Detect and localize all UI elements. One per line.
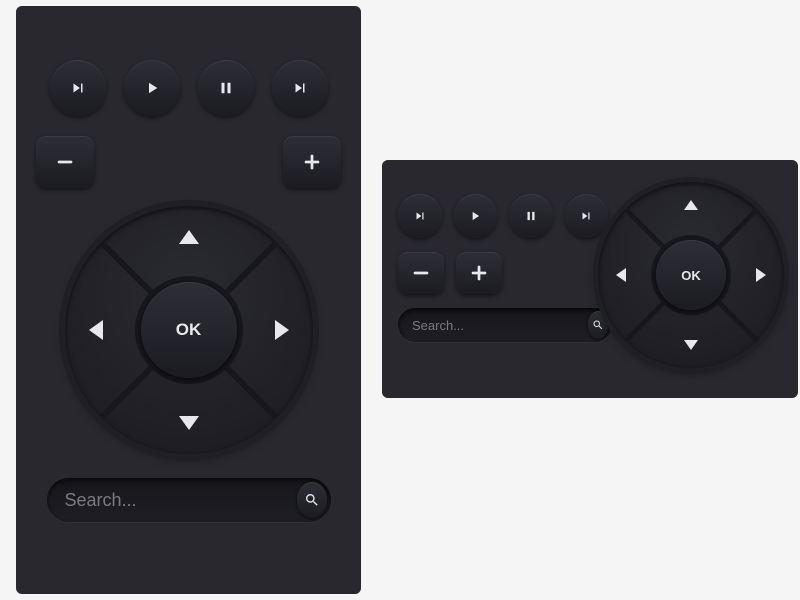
search-icon — [304, 492, 320, 508]
search-input[interactable] — [65, 490, 297, 511]
search-input[interactable] — [412, 318, 588, 333]
volume-controls — [36, 136, 341, 188]
remote-panel-small: OK — [382, 160, 798, 398]
play-icon — [468, 209, 482, 223]
plus-icon — [301, 151, 323, 173]
pause-button[interactable] — [509, 194, 553, 238]
media-controls — [36, 60, 341, 116]
skip-forward-button[interactable] — [272, 60, 328, 116]
volume-controls — [398, 252, 608, 294]
dpad-up-button[interactable] — [684, 200, 698, 210]
search-button[interactable] — [297, 482, 327, 518]
plus-button[interactable] — [283, 136, 341, 188]
dpad-down-button[interactable] — [684, 340, 698, 350]
minus-icon — [410, 262, 432, 284]
dpad-left-button[interactable] — [89, 320, 103, 340]
ok-button[interactable]: OK — [141, 282, 237, 378]
pause-button[interactable] — [198, 60, 254, 116]
dpad-right-button[interactable] — [275, 320, 289, 340]
remote-panel-large: OK — [16, 6, 361, 594]
search-field — [47, 478, 331, 522]
skip-back-button[interactable] — [398, 194, 442, 238]
ok-button[interactable]: OK — [656, 240, 726, 310]
skip-back-icon — [69, 79, 87, 97]
dpad-up-button[interactable] — [179, 230, 199, 244]
skip-forward-icon — [291, 79, 309, 97]
minus-icon — [54, 151, 76, 173]
plus-button[interactable] — [456, 252, 502, 294]
dpad-left-button[interactable] — [616, 268, 626, 282]
plus-icon — [468, 262, 490, 284]
minus-button[interactable] — [36, 136, 94, 188]
dpad-right-button[interactable] — [756, 268, 766, 282]
search-field — [398, 308, 612, 342]
left-column — [398, 194, 608, 342]
dpad-down-button[interactable] — [179, 416, 199, 430]
media-controls — [398, 194, 608, 238]
search — [36, 478, 341, 522]
pause-icon — [217, 79, 235, 97]
play-button[interactable] — [454, 194, 498, 238]
dpad: OK — [36, 206, 341, 454]
skip-back-icon — [413, 209, 427, 223]
skip-forward-icon — [579, 209, 593, 223]
search — [398, 308, 608, 342]
play-button[interactable] — [124, 60, 180, 116]
dpad-ring: OK — [598, 182, 784, 368]
minus-button[interactable] — [398, 252, 444, 294]
dpad-ring: OK — [65, 206, 313, 454]
play-icon — [143, 79, 161, 97]
pause-icon — [524, 209, 538, 223]
skip-back-button[interactable] — [50, 60, 106, 116]
dpad: OK — [598, 182, 784, 368]
